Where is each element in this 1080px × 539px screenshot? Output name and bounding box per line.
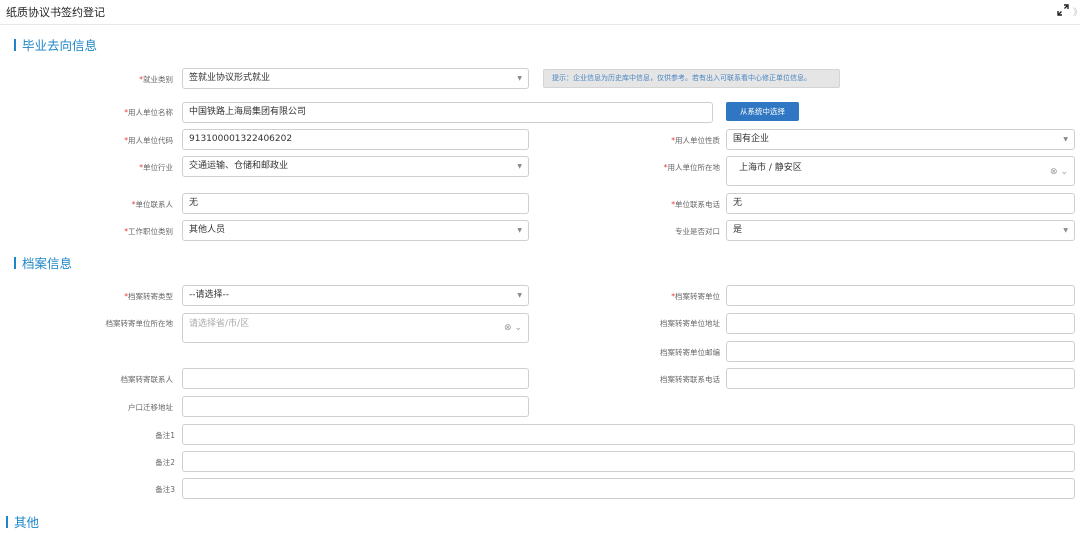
- contact-phone-input[interactable]: 无: [726, 193, 1075, 214]
- job-category-label: *工作职位类别: [124, 227, 173, 236]
- chevron-down-icon: ⌄: [1060, 167, 1068, 177]
- job-category-select[interactable]: 其他人员 ▼: [182, 220, 529, 241]
- hint-box: 提示：企业信息为历史库中信息，仅供参考。若有出入可联系看中心修正单位信息。: [543, 69, 840, 88]
- transfer-type-label: *档案转寄类型: [124, 292, 173, 301]
- employer-nature-label: *用人单位性质: [671, 136, 720, 145]
- archive-contact-phone-input[interactable]: [726, 368, 1075, 389]
- select-from-system-button[interactable]: 从系统中选择: [726, 102, 799, 121]
- clear-icon[interactable]: ⊗: [504, 323, 512, 333]
- contact-person-input[interactable]: 无: [182, 193, 529, 214]
- section-bar: [6, 516, 8, 528]
- contact-person-label: *单位联系人: [131, 200, 173, 209]
- section-graduation-title: 毕业去向信息: [14, 35, 97, 54]
- major-match-select[interactable]: 是 ▼: [726, 220, 1075, 241]
- employer-name-label: *用人单位名称: [124, 108, 173, 117]
- window-title: 纸质协议书签约登记: [6, 6, 105, 19]
- dropdown-arrow-icon: ▼: [1063, 136, 1068, 143]
- dropdown-arrow-icon: ▼: [517, 292, 522, 299]
- hukou-address-label: 户口迁移地址: [128, 403, 173, 412]
- remark3-input[interactable]: [182, 478, 1075, 499]
- unit-location-label: 档案转寄单位所在地: [105, 319, 174, 328]
- clear-icon[interactable]: ⊗: [1050, 167, 1058, 177]
- section-other-title: 其他: [6, 512, 39, 531]
- employer-location-cascader[interactable]: 上海市 / 静安区 ⊗ ⌄: [726, 156, 1075, 186]
- unit-postcode-input[interactable]: [726, 341, 1075, 362]
- dropdown-arrow-icon: ▼: [517, 75, 522, 82]
- employer-location-label: *用人单位所在地: [663, 163, 720, 172]
- employer-code-label: *用人单位代码: [124, 136, 173, 145]
- archive-contact-person-input[interactable]: [182, 368, 529, 389]
- section-bar: [14, 257, 16, 269]
- archive-contact-phone-label: 档案转寄联系电话: [660, 375, 720, 384]
- unit-location-cascader[interactable]: 请选择省/市/区 ⊗ ⌄: [182, 313, 529, 343]
- window-header: 纸质协议书签约登记 》: [0, 0, 1080, 25]
- remark1-label: 备注1: [155, 431, 175, 440]
- transfer-unit-label: *档案转寄单位: [671, 292, 720, 301]
- transfer-unit-input[interactable]: [726, 285, 1075, 306]
- section-bar: [14, 39, 16, 51]
- remark2-label: 备注2: [155, 458, 175, 467]
- hukou-address-input[interactable]: [182, 396, 529, 417]
- collapse-edge-icon[interactable]: 》: [1073, 5, 1080, 18]
- industry-select[interactable]: 交通运输、仓储和邮政业 ▼: [182, 156, 529, 177]
- archive-contact-person-label: 档案转寄联系人: [120, 375, 174, 384]
- unit-address-input[interactable]: [726, 313, 1075, 334]
- dropdown-arrow-icon: ▼: [1063, 227, 1068, 234]
- unit-postcode-label: 档案转寄单位邮编: [660, 348, 720, 357]
- transfer-type-select[interactable]: --请选择-- ▼: [182, 285, 529, 306]
- contact-phone-label: *单位联系电话: [671, 200, 720, 209]
- section-archive-title: 档案信息: [14, 253, 72, 272]
- unit-address-label: 档案转寄单位地址: [660, 319, 720, 328]
- remark1-input[interactable]: [182, 424, 1075, 445]
- dropdown-arrow-icon: ▼: [517, 227, 522, 234]
- employment-category-label: *就业类别: [139, 75, 173, 84]
- employment-category-select[interactable]: 签就业协议形式就业 ▼: [182, 68, 529, 89]
- industry-label: *单位行业: [139, 163, 173, 172]
- employer-nature-select[interactable]: 国有企业 ▼: [726, 129, 1075, 150]
- remark2-input[interactable]: [182, 451, 1075, 472]
- chevron-down-icon: ⌄: [514, 323, 522, 333]
- dropdown-arrow-icon: ▼: [517, 163, 522, 170]
- employer-code-input[interactable]: 913100001322406202: [182, 129, 529, 150]
- employer-name-input[interactable]: 中国铁路上海局集团有限公司: [182, 102, 713, 123]
- remark3-label: 备注3: [155, 485, 175, 494]
- expand-icon[interactable]: [1056, 3, 1070, 17]
- major-match-label: 专业是否对口: [675, 227, 720, 236]
